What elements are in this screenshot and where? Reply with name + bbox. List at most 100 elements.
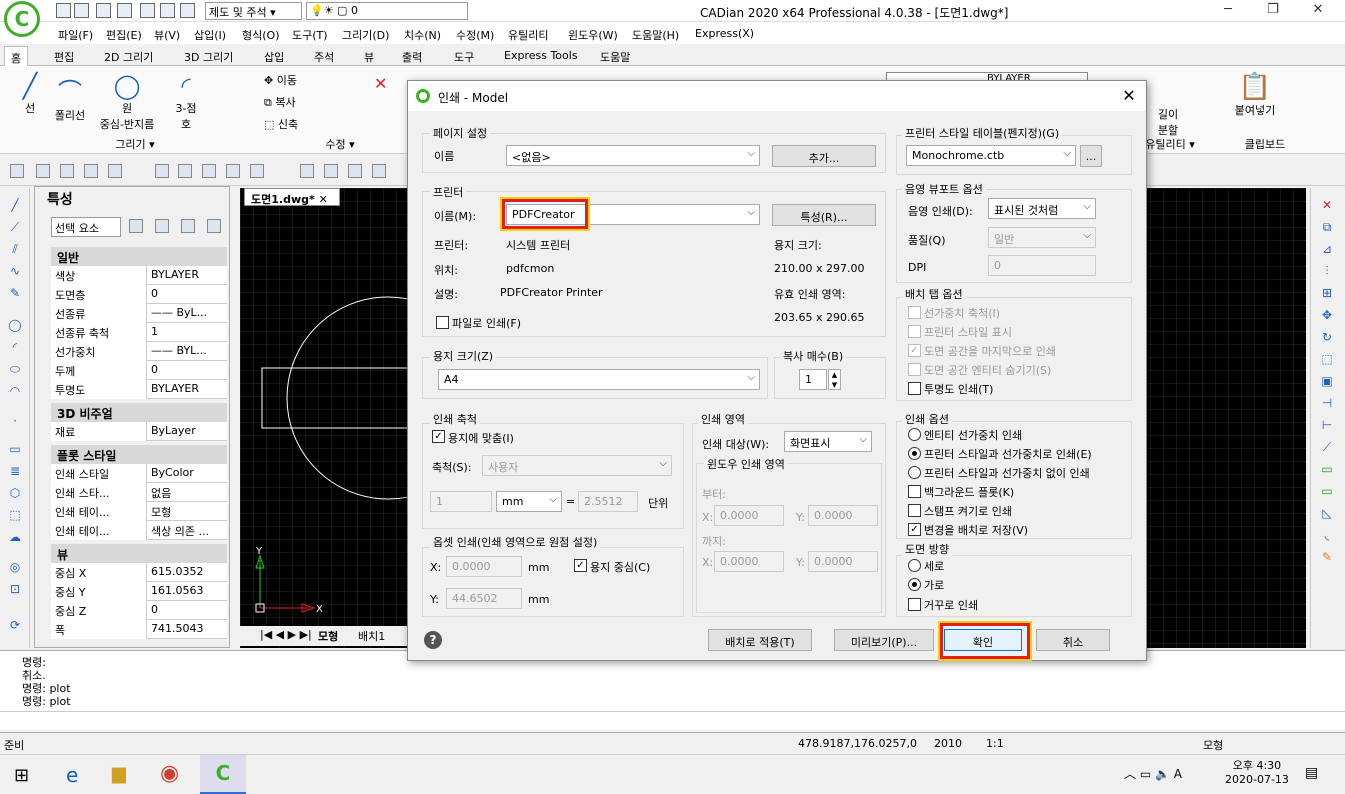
- tray-icons[interactable]: ︿ ▭ 🔈 A: [1124, 765, 1182, 782]
- tab-tools[interactable]: 도구: [450, 49, 478, 65]
- background-plot-checkbox[interactable]: [908, 485, 921, 498]
- tool-icon[interactable]: [155, 164, 169, 178]
- props-row[interactable]: 폭 741.5043: [51, 620, 227, 639]
- tool-icon[interactable]: [60, 164, 74, 178]
- windows-start-icon[interactable]: ⊞: [14, 765, 29, 786]
- menu-draw[interactable]: 그리기(D): [342, 27, 389, 43]
- plot-without-lineweights-radio[interactable]: [908, 466, 921, 479]
- plot-target-select[interactable]: 화면표시 ⌵: [784, 431, 872, 452]
- ellipse-icon[interactable]: ⬭: [7, 362, 23, 378]
- props-row-value[interactable]: 0: [147, 361, 227, 380]
- center-plot-checkbox[interactable]: ✓: [574, 559, 587, 572]
- menu-view[interactable]: 뷰(V): [154, 27, 180, 43]
- tab-express-tools[interactable]: Express Tools: [500, 49, 582, 62]
- props-row[interactable]: 선가중치 —— BYL...: [51, 342, 227, 361]
- trim-icon[interactable]: ⊣: [1319, 396, 1335, 412]
- chrome-icon[interactable]: ◉: [160, 761, 179, 786]
- fillet-icon[interactable]: ◺: [1319, 506, 1335, 522]
- xline-icon[interactable]: ⫽: [7, 242, 23, 258]
- plot-stamp-checkbox[interactable]: [908, 504, 921, 517]
- tab-2d-draw[interactable]: 2D 그리기: [100, 49, 157, 65]
- group-modify-label[interactable]: 수정 ▾: [300, 136, 380, 152]
- offset-icon[interactable]: ⫶: [1319, 264, 1335, 280]
- cloud-icon[interactable]: ☁: [7, 530, 23, 546]
- tab-layout1[interactable]: 배치1: [358, 628, 385, 644]
- menu-window[interactable]: 윈도우(W): [568, 27, 618, 43]
- menu-utility[interactable]: 유틸리티: [508, 27, 548, 43]
- new-file-icon[interactable]: [56, 3, 71, 18]
- shade-plot-select[interactable]: 표시된 것처럼 ⌵: [988, 198, 1096, 219]
- menu-dimension[interactable]: 치수(N): [404, 27, 441, 43]
- props-row[interactable]: 선종류 —— ByL...: [51, 304, 227, 323]
- close-icon[interactable]: ✕: [1118, 86, 1140, 106]
- props-row-value[interactable]: 색상 의존 ...: [147, 521, 227, 540]
- fit-to-paper-checkbox[interactable]: ✓: [432, 430, 445, 443]
- save-to-layout-checkbox[interactable]: ✓: [908, 523, 921, 536]
- props-row[interactable]: 선종류 축척 1: [51, 323, 227, 342]
- apply-to-layout-button[interactable]: 배치로 적용(T): [708, 629, 812, 651]
- props-row-value[interactable]: —— BYL...: [147, 342, 227, 361]
- line-tool[interactable]: ╱ 선: [12, 72, 48, 116]
- spline-icon[interactable]: ∿: [7, 264, 23, 280]
- add-button[interactable]: 추가...: [772, 145, 876, 167]
- erase-icon[interactable]: ✕: [1319, 198, 1335, 214]
- props-row-value[interactable]: ByLayer: [147, 422, 227, 441]
- tool-icon[interactable]: [178, 164, 192, 178]
- close-icon[interactable]: ✕: [1303, 2, 1333, 20]
- props-row[interactable]: 중심 Z0: [51, 601, 227, 620]
- cancel-button[interactable]: 취소: [1036, 629, 1110, 651]
- menu-edit[interactable]: 편집(E): [106, 27, 142, 43]
- mirror-icon[interactable]: ⊿: [1319, 242, 1335, 258]
- print-to-file-checkbox[interactable]: [436, 316, 449, 329]
- props-section-header[interactable]: 3D 비주얼: [51, 403, 227, 422]
- plot-transparency-checkbox[interactable]: [908, 382, 921, 395]
- cadian-taskbar-icon[interactable]: C: [200, 755, 246, 794]
- tool-icon[interactable]: [36, 164, 50, 178]
- break-icon[interactable]: ⟋: [1319, 440, 1335, 456]
- paste-tool[interactable]: 📋 붙여넣기: [1230, 72, 1280, 118]
- props-row-value[interactable]: 1: [147, 323, 227, 342]
- tool-icon[interactable]: [108, 164, 122, 178]
- tab-annotate[interactable]: 주석: [310, 49, 338, 65]
- menu-format[interactable]: 형식(O): [242, 27, 279, 43]
- plot-with-styles-radio[interactable]: [908, 447, 921, 460]
- props-row-value[interactable]: BYLAYER: [147, 380, 227, 399]
- paperspace-last-checkbox[interactable]: ✓: [908, 344, 921, 357]
- blend-icon[interactable]: ◟: [1319, 528, 1335, 544]
- page-setup-select[interactable]: <없음> ⌵: [506, 145, 760, 166]
- group-util-label[interactable]: 유틸리티 ▾: [1140, 136, 1200, 152]
- tool-icon[interactable]: [202, 164, 216, 178]
- props-row[interactable]: 인쇄 스타일 ByColor: [51, 464, 227, 483]
- move-tool[interactable]: ✥ 이동: [264, 72, 297, 88]
- props-row-value[interactable]: 0: [147, 285, 227, 304]
- hide-paperspace-checkbox[interactable]: [908, 363, 921, 376]
- tab-help[interactable]: 도움말: [596, 49, 634, 65]
- copies-input[interactable]: 1: [799, 369, 827, 390]
- menu-tools[interactable]: 도구(T): [292, 27, 328, 43]
- props-row-value[interactable]: ByColor: [147, 464, 227, 483]
- point-icon[interactable]: ·: [7, 414, 23, 430]
- menu-modify[interactable]: 수정(M): [456, 27, 494, 43]
- tool-icon[interactable]: [226, 164, 240, 178]
- undo-icon[interactable]: [160, 3, 175, 18]
- stretch-tool[interactable]: ⬚ 신축: [264, 116, 298, 132]
- cmd-input[interactable]: [0, 711, 1345, 729]
- preview-button[interactable]: 미리보기(P)...: [834, 629, 934, 651]
- help-icon[interactable]: ?: [424, 631, 442, 649]
- pencil-icon[interactable]: ✎: [7, 286, 23, 302]
- offset-y-input[interactable]: 44.6502: [446, 588, 522, 609]
- status-scale[interactable]: 1:1: [986, 737, 1004, 750]
- props-row[interactable]: 두께 0: [51, 361, 227, 380]
- props-row[interactable]: 도면층 0: [51, 285, 227, 304]
- ray-icon[interactable]: ⟋: [7, 220, 23, 236]
- quality-select[interactable]: 일반 ⌵: [988, 227, 1096, 248]
- length-tool[interactable]: 길이 분할: [1150, 106, 1186, 138]
- tab-insert[interactable]: 삽입: [260, 49, 288, 65]
- select-objects-icon[interactable]: [155, 219, 169, 233]
- style-table-select[interactable]: Monochrome.ctb ⌵: [906, 145, 1076, 166]
- clock[interactable]: 오후 4:30 2020-07-13: [1225, 757, 1289, 786]
- group-draw-label[interactable]: 그리기 ▾: [90, 136, 180, 152]
- donut-icon[interactable]: ◎: [7, 560, 23, 576]
- upside-down-checkbox[interactable]: [908, 598, 921, 611]
- menu-help[interactable]: 도움말(H): [632, 27, 679, 43]
